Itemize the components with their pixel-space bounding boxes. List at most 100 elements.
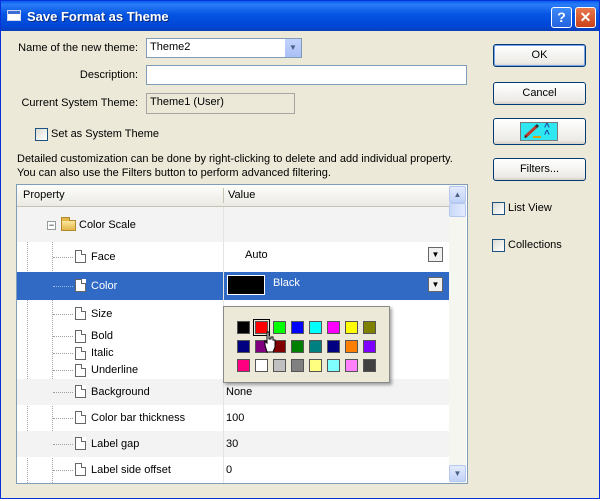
title-bar[interactable]: Save Format as Theme ? ✕ xyxy=(1,1,599,31)
scroll-up-icon[interactable]: ▲ xyxy=(449,186,466,203)
property-value[interactable]: Auto xyxy=(245,249,268,261)
color-swatch[interactable] xyxy=(363,359,376,372)
document-icon xyxy=(75,307,86,320)
property-row-label-gap[interactable]: Label gap 30 xyxy=(17,431,449,457)
group-row-color-scale[interactable]: − Color Scale xyxy=(17,207,449,242)
color-swatch[interactable] xyxy=(345,359,358,372)
property-row-label-side-offset[interactable]: Label side offset 0 xyxy=(17,457,449,483)
color-swatch[interactable] xyxy=(309,359,322,372)
color-swatch[interactable] xyxy=(291,359,304,372)
property-value[interactable]: 30 xyxy=(226,438,238,450)
folder-icon xyxy=(61,217,76,231)
property-name: Label gap xyxy=(91,438,140,450)
tree-branch xyxy=(53,418,73,419)
color-swatch[interactable] xyxy=(291,340,304,353)
color-swatch[interactable] xyxy=(345,321,358,334)
filters-button[interactable]: Filters... xyxy=(493,158,586,181)
theme-name-label: Name of the new theme: xyxy=(18,42,138,54)
color-swatch[interactable] xyxy=(327,321,340,334)
group-label: Color Scale xyxy=(79,219,136,231)
tree-branch xyxy=(53,336,73,337)
tree-branch xyxy=(53,444,73,445)
set-system-theme-label: Set as System Theme xyxy=(51,128,160,140)
document-icon xyxy=(75,364,86,377)
collapse-icon[interactable]: − xyxy=(47,221,56,230)
property-name: Face xyxy=(91,251,116,263)
color-swatch[interactable] xyxy=(237,340,250,353)
property-column-header[interactable]: Property xyxy=(23,189,65,201)
color-swatch[interactable] xyxy=(309,340,322,353)
property-value[interactable]: 100 xyxy=(226,412,244,424)
info-text: Detailed customization can be done by ri… xyxy=(17,153,453,179)
tree-branch xyxy=(53,392,73,393)
save-format-theme-dialog: Save Format as Theme ? ✕ Name of the new… xyxy=(0,0,600,499)
window-title: Save Format as Theme xyxy=(27,9,169,24)
grid-scrollbar[interactable]: ▲ ▼ xyxy=(449,185,466,483)
property-name: Size xyxy=(91,308,113,320)
color-swatch[interactable] xyxy=(327,359,340,372)
value-column-header[interactable]: Value xyxy=(228,189,255,201)
help-button[interactable]: ? xyxy=(551,7,572,28)
color-swatch[interactable] xyxy=(309,321,322,334)
column-separator[interactable] xyxy=(223,188,224,203)
property-row-color-bar-thickness[interactable]: Color bar thickness 100 xyxy=(17,405,449,431)
property-value[interactable]: None xyxy=(226,386,252,398)
property-name: Italic xyxy=(91,347,114,359)
document-icon xyxy=(75,250,86,263)
color-swatch[interactable] xyxy=(345,340,358,353)
color-swatch[interactable] xyxy=(255,359,268,372)
property-value[interactable]: 0 xyxy=(226,464,232,476)
tree-branch xyxy=(53,353,73,354)
color-swatch[interactable] xyxy=(363,321,376,334)
color-swatch[interactable] xyxy=(227,275,265,295)
property-row-face[interactable]: Face Auto ▼ xyxy=(17,242,449,272)
theme-name-value: Theme2 xyxy=(150,41,191,53)
document-icon xyxy=(75,385,86,398)
property-value[interactable]: Black xyxy=(273,277,300,289)
property-name: Color bar thickness xyxy=(91,412,186,424)
description-input[interactable] xyxy=(146,65,467,85)
collections-checkbox[interactable] xyxy=(492,239,505,252)
document-icon xyxy=(75,411,86,424)
list-view-label: List View xyxy=(508,202,552,214)
edit-format-icon-box: ^ ^ xyxy=(520,122,558,141)
scroll-down-icon[interactable]: ▼ xyxy=(449,465,466,482)
set-system-theme-checkbox[interactable] xyxy=(35,128,48,141)
close-button[interactable]: ✕ xyxy=(575,7,596,28)
document-icon xyxy=(75,347,86,360)
cancel-button[interactable]: Cancel xyxy=(493,82,586,105)
current-system-theme-value: Theme1 (User) xyxy=(146,93,295,114)
chevron-down-icon[interactable]: ▼ xyxy=(428,277,443,292)
property-name: Color xyxy=(91,280,118,292)
tree-branch xyxy=(53,257,73,258)
color-swatch[interactable] xyxy=(291,321,304,334)
window-icon xyxy=(7,10,21,21)
color-swatch[interactable] xyxy=(363,340,376,353)
tree-branch xyxy=(53,470,73,471)
description-label: Description: xyxy=(79,69,138,81)
list-view-checkbox[interactable] xyxy=(492,202,505,215)
property-name: Label side offset xyxy=(91,464,171,476)
double-chevron-up-icon: ^ ^ xyxy=(544,122,550,140)
theme-name-combo[interactable]: Theme2 ▼ xyxy=(146,38,302,58)
color-swatch[interactable] xyxy=(237,321,250,334)
document-icon xyxy=(75,279,86,292)
tree-branch xyxy=(53,286,73,287)
scroll-thumb[interactable] xyxy=(449,203,466,217)
property-name: Background xyxy=(91,386,150,398)
color-swatch[interactable] xyxy=(237,359,250,372)
chevron-down-icon[interactable]: ▼ xyxy=(428,247,443,262)
hand-cursor-icon xyxy=(264,331,276,353)
property-name: Underline xyxy=(91,364,139,376)
color-palette-popup xyxy=(223,306,390,383)
collections-label: Collections xyxy=(508,239,562,251)
document-icon xyxy=(75,437,86,450)
property-row-color[interactable]: Color Black ▼ xyxy=(17,272,449,300)
ok-button[interactable]: OK xyxy=(493,44,586,67)
chevron-down-icon[interactable]: ▼ xyxy=(284,39,301,57)
color-swatch[interactable] xyxy=(273,359,286,372)
current-system-theme-label: Current System Theme: xyxy=(21,97,138,109)
pencil-icon xyxy=(523,123,541,139)
color-swatch[interactable] xyxy=(327,340,340,353)
edit-format-button[interactable]: ^ ^ xyxy=(493,118,586,145)
